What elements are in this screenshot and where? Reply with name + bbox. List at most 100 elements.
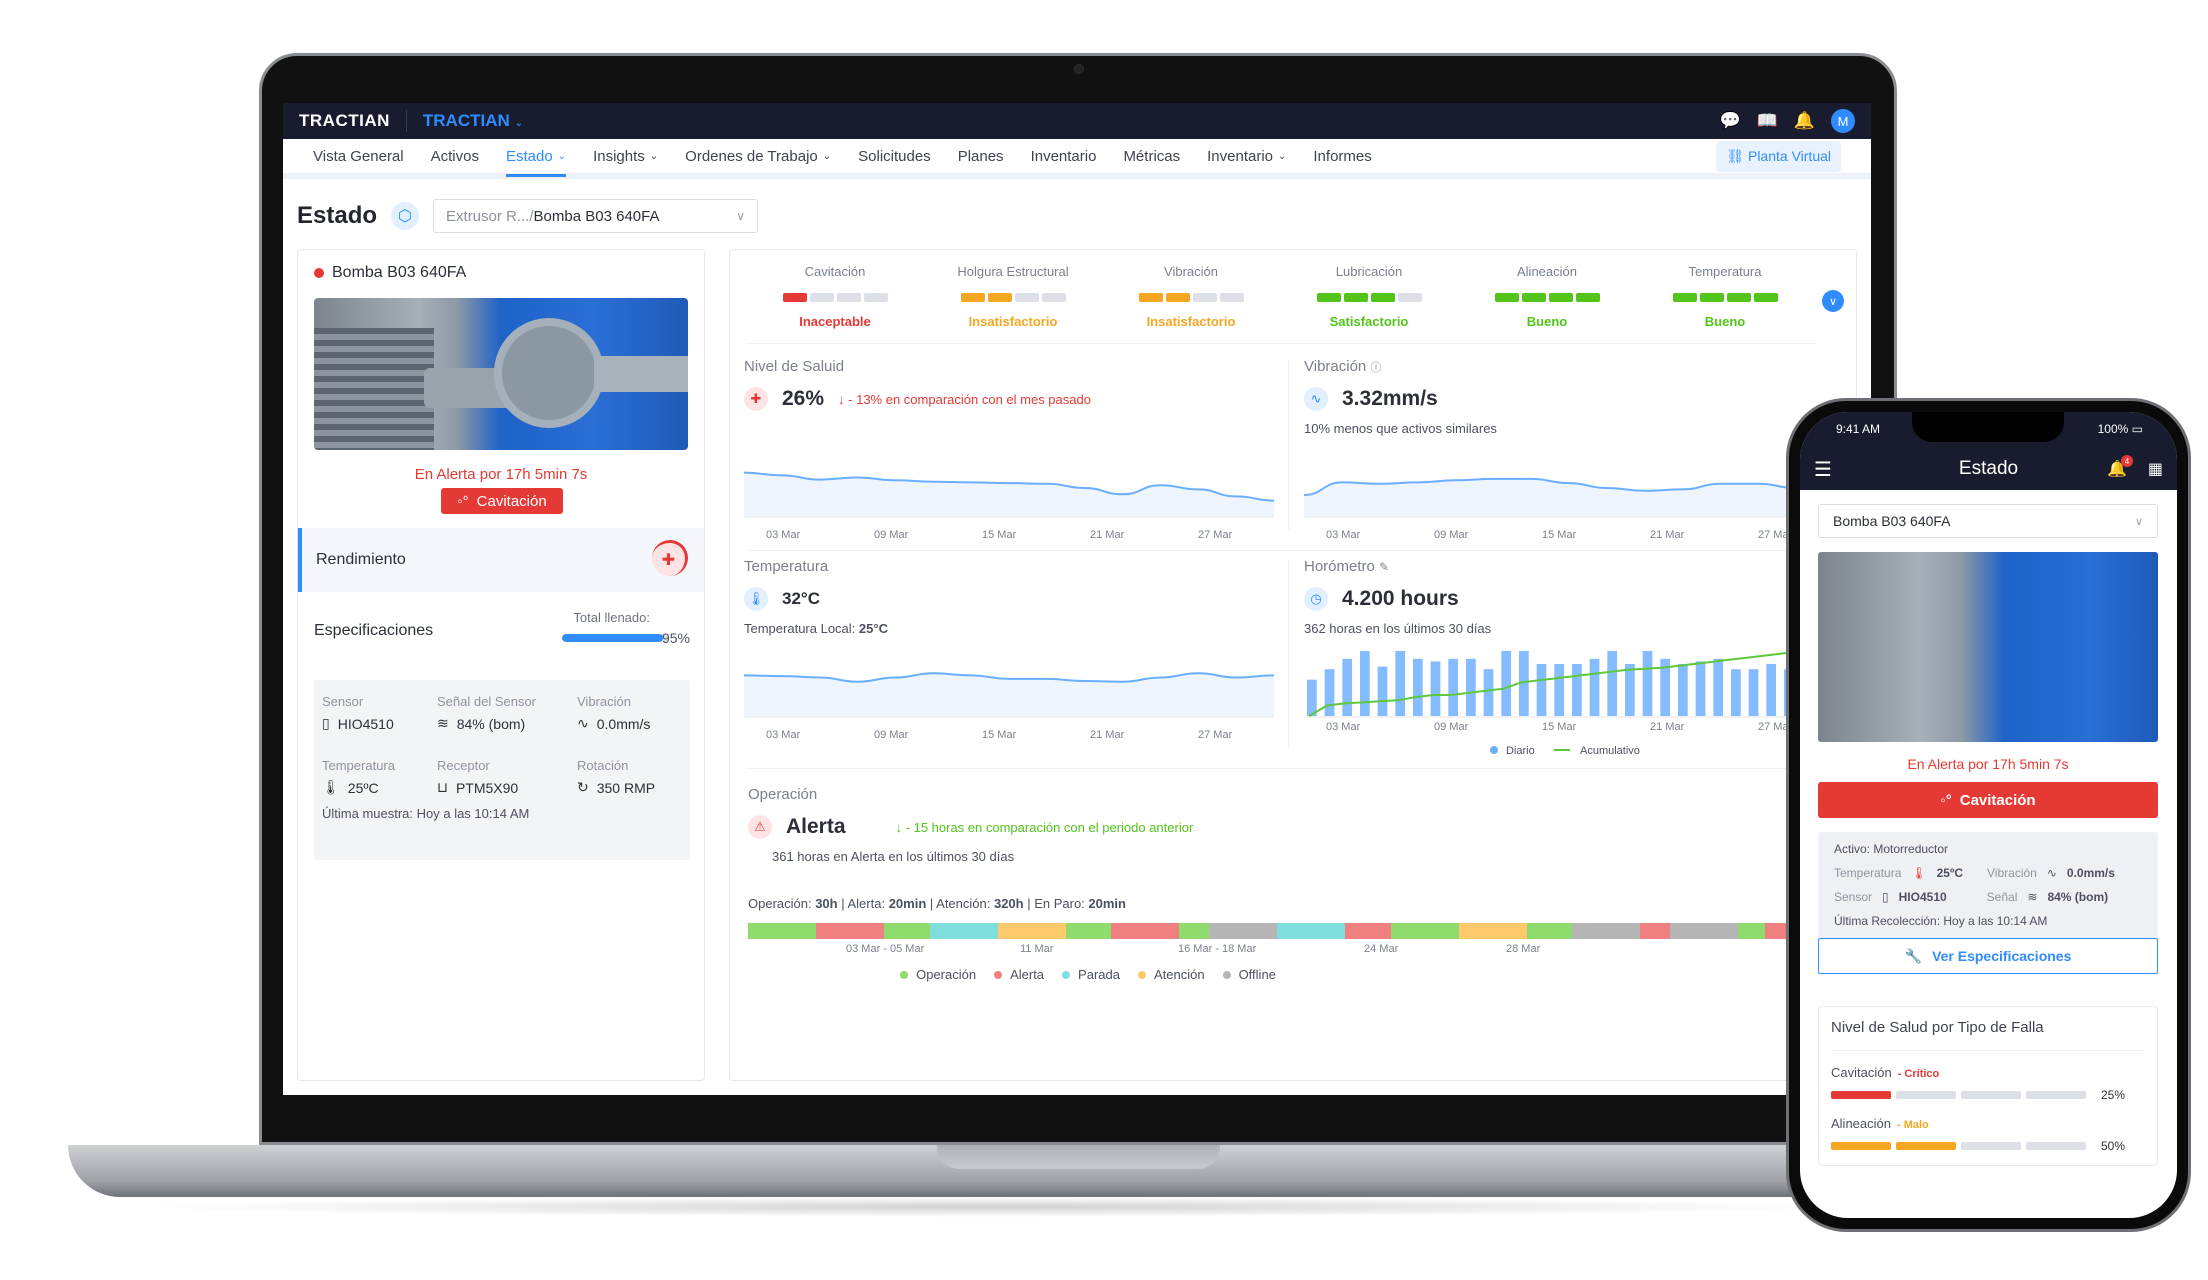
timeline-segment-al[interactable]: [1111, 923, 1180, 939]
timeline-segment-at[interactable]: [997, 923, 1066, 939]
bell-icon[interactable]: 🔔: [1794, 111, 1815, 131]
timeline-segment-al[interactable]: [1765, 923, 1788, 939]
breadcrumb-current: Bomba B03 640FA: [533, 207, 660, 225]
bubbles-icon: ◦°: [1940, 791, 1952, 809]
tick-label: 21 Mar: [1650, 721, 1685, 733]
fault-indicator[interactable]: Vibración Insatisfactorio: [1102, 264, 1280, 343]
menu-icon[interactable]: ☰: [1814, 457, 1832, 482]
fault-name: Cavitación: [1831, 1065, 1892, 1080]
tab-métricas[interactable]: Métricas: [1123, 136, 1180, 176]
vibration-title-text: Vibración: [1304, 358, 1367, 375]
timeline-segment-al[interactable]: [816, 923, 885, 939]
book-icon[interactable]: 📖: [1757, 111, 1778, 131]
tick-label: 03 Mar: [1326, 721, 1361, 733]
fault-indicator[interactable]: Cavitación Inaceptable: [746, 264, 924, 343]
tick-label: 03 Mar: [1326, 529, 1361, 541]
fault-indicator[interactable]: Alineación Bueno: [1458, 264, 1636, 343]
health-bar: 50%: [1831, 1139, 2145, 1153]
tab-vista-general[interactable]: Vista General: [313, 136, 404, 176]
info-icon[interactable]: ⓘ: [1370, 362, 1381, 374]
phone-time: 9:41 AM: [1836, 422, 1881, 436]
field-label: Temperatura: [322, 758, 395, 773]
tab-inventario[interactable]: Inventario ⌄: [1207, 136, 1286, 176]
tick-label: 15 Mar: [982, 729, 1017, 741]
health-bar: 25%: [1831, 1088, 2145, 1102]
qr-code-icon[interactable]: ▦: [2148, 459, 2163, 479]
tab-estado[interactable]: Estado ⌄: [505, 136, 567, 177]
timeline-label: 28 Mar: [1506, 943, 1541, 955]
timeline-segment-op[interactable]: [1526, 923, 1573, 939]
level-segment: [1370, 293, 1395, 302]
level-segment: [1896, 1142, 1956, 1150]
phone-sensor-label: Sensor: [1834, 890, 1873, 904]
cavitation-badge[interactable]: ◦° Cavitación: [441, 488, 563, 514]
fault-name: Vibración: [1164, 264, 1218, 279]
planta-virtual-label: Planta Virtual: [1747, 147, 1831, 164]
tab-planes[interactable]: Planes: [958, 136, 1004, 176]
timeline-segment-at[interactable]: [1458, 923, 1527, 939]
planta-virtual-button[interactable]: ⛓ Planta Virtual: [1716, 140, 1841, 172]
tab-label: Métricas: [1123, 147, 1181, 165]
timeline-segment-op[interactable]: [884, 923, 930, 939]
health-title: Nivel de Saluid: [744, 358, 845, 375]
status-timeline: [748, 923, 1788, 939]
tab-insights[interactable]: Insights ⌄: [593, 136, 658, 176]
timeline-segment-al[interactable]: [1345, 923, 1391, 939]
tab-activos[interactable]: Activos: [431, 136, 479, 176]
field-label: Sensor: [322, 694, 364, 709]
fault-indicator[interactable]: Holgura Estructural Insatisfactorio: [924, 264, 1102, 343]
avatar[interactable]: M: [1831, 109, 1855, 133]
bell-icon[interactable]: 🔔 4: [2107, 455, 2133, 479]
phone-temp-value: 25ºC: [1936, 866, 1964, 880]
clock-icon: ◷: [1304, 587, 1328, 611]
tab-inventario[interactable]: Inventario: [1031, 136, 1097, 176]
bar-daily: [1607, 651, 1618, 716]
bar-daily: [1501, 651, 1512, 716]
phone-title: Estado: [1958, 458, 2019, 479]
fault-level-bar: [1458, 293, 1636, 302]
phone-cav-label: Cavitación: [1959, 791, 2036, 809]
fault-indicator[interactable]: Lubricación Satisfactorio: [1280, 264, 1458, 343]
timeline-segment-op[interactable]: [1737, 923, 1766, 939]
cube-icon[interactable]: ⬡: [391, 202, 420, 230]
asset-title: Bomba B03 640FA: [314, 264, 466, 282]
especificaciones-section[interactable]: Especificaciones Total llenado: 95%: [314, 610, 690, 660]
field-value-text: HIO4510: [337, 715, 394, 732]
chat-icon[interactable]: 💬: [1719, 111, 1740, 131]
timeline-segment-pa[interactable]: [929, 923, 998, 939]
especificaciones-label: Especificaciones: [314, 622, 434, 639]
tab-solicitudes[interactable]: Solicitudes: [858, 136, 931, 176]
phone-asset-select[interactable]: Bomba B03 640FA ∨: [1818, 504, 2158, 538]
timeline-segment-op[interactable]: [748, 923, 817, 939]
timeline-segment-op[interactable]: [1390, 923, 1459, 939]
timeline-segment-of[interactable]: [1669, 923, 1738, 939]
health-kit-icon: ✚: [744, 387, 768, 411]
field-label: Rotación: [577, 758, 629, 773]
divider: [1288, 360, 1289, 530]
timeline-label: 11 Mar: [1020, 943, 1054, 955]
tab-informes[interactable]: Informes: [1313, 136, 1371, 176]
rendimiento-section[interactable]: Rendimiento ✚: [298, 528, 704, 592]
edit-icon[interactable]: ✎: [1379, 560, 1389, 574]
tab-ordenes-de-trabajo[interactable]: Ordenes de Trabajo ⌄: [685, 136, 831, 176]
divider: [405, 110, 407, 132]
level-segment: [863, 293, 888, 302]
timeline-segment-of[interactable]: [1572, 923, 1641, 939]
org-selector[interactable]: TRACTIAN ⌄: [423, 111, 523, 131]
timeline-segment-op[interactable]: [1065, 923, 1112, 939]
timeline-segment-of[interactable]: [1208, 923, 1277, 939]
bar-daily: [1413, 658, 1423, 716]
asset-selector[interactable]: Extrusor R.../ Bomba B03 640FA ∨: [433, 199, 759, 233]
sensor-icon: ▯: [1882, 890, 1889, 904]
phone-cavitation-button[interactable]: ◦° Cavitación: [1818, 782, 2158, 818]
timeline-segment-pa[interactable]: [1276, 923, 1346, 939]
horometro-chart: 03 Mar 09 Mar 15 Mar 21 Mar 27 MarDiario Acum…: [1304, 649, 1834, 757]
bar-daily: [1625, 664, 1635, 716]
timeline-segment-op[interactable]: [1179, 923, 1209, 939]
operation-summary: Operación: 30h | Alerta: 20min | Atenció…: [748, 896, 1848, 911]
ver-especificaciones-button[interactable]: 🔧 Ver Especificaciones: [1818, 938, 2158, 974]
sensor-field: Señal del Sensor ≋ 84% (bom): [437, 694, 577, 732]
fault-indicator[interactable]: Temperatura Bueno: [1636, 264, 1814, 343]
expand-chevron-icon[interactable]: ∨: [1822, 290, 1844, 312]
timeline-segment-al[interactable]: [1640, 923, 1670, 939]
